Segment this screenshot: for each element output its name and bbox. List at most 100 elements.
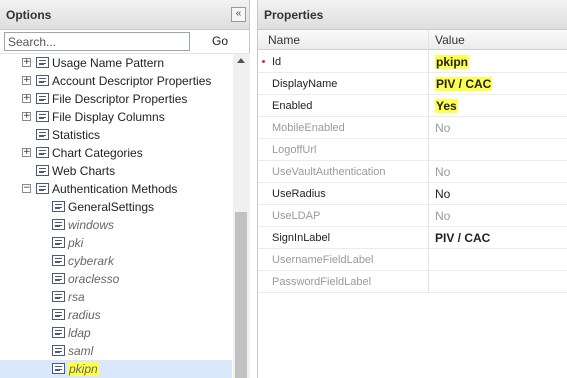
tree-item-label: Authentication Methods [52,182,178,196]
tree-item[interactable]: + Usage Name Pattern [0,54,232,72]
tree-item-label: File Display Columns [52,110,165,124]
expand-icon[interactable]: + [22,94,31,103]
tree-item-label: Account Descriptor Properties [52,74,212,88]
property-value[interactable]: PIV / CAC [435,231,490,245]
tree-item[interactable]: Web Charts [0,162,232,180]
tree-item-label: Usage Name Pattern [52,56,165,70]
value-column-header[interactable]: Value [435,33,465,47]
property-value[interactable]: Yes [435,99,458,113]
tree-item[interactable]: saml [0,342,232,360]
expand-icon[interactable]: + [22,58,31,67]
property-value[interactable]: No [435,187,450,201]
property-value: No [435,165,451,179]
property-name: UseRadius [272,188,326,200]
properties-column-header: Name Value [258,30,567,50]
document-icon [52,345,65,356]
property-row[interactable]: LogoffUrl [258,139,567,161]
expand-icon[interactable]: + [22,112,31,121]
collapse-panel-button[interactable]: « [231,7,246,22]
document-icon [36,147,49,158]
tree-item-label: Chart Categories [52,146,143,160]
scrollbar-thumb[interactable] [235,212,247,378]
tree-item[interactable]: windows [0,216,232,234]
go-button[interactable]: Go [212,34,228,48]
property-value: No [435,209,451,223]
tree-item-label: radius [68,308,101,322]
properties-panel: Properties Name Value Id pkipn DisplayName… [257,0,567,378]
document-icon [52,201,65,212]
property-value[interactable]: pkipn [435,55,469,69]
property-name: PasswordFieldLabel [272,276,372,288]
document-icon [52,363,65,374]
tree-item[interactable]: + Chart Categories [0,144,232,162]
collapse-icon[interactable]: − [22,184,31,193]
property-row[interactable]: UsernameFieldLabel [258,249,567,271]
property-row[interactable]: UseVaultAuthentication No [258,161,567,183]
tree-item[interactable]: rsa [0,288,232,306]
tree-item[interactable]: ldap [0,324,232,342]
tree-item-label: saml [68,344,94,358]
options-panel-header: Options [0,0,249,30]
tree-item[interactable]: cyberark [0,252,232,270]
tree-item[interactable]: + File Descriptor Properties [0,90,232,108]
name-column-header[interactable]: Name [268,33,300,47]
tree-item[interactable]: pki [0,234,232,252]
document-icon [52,237,65,248]
properties-panel-title: Properties [264,7,324,22]
tree-item-label: windows [68,218,115,232]
tree-item[interactable]: Statistics [0,126,232,144]
tree-item[interactable]: + File Display Columns [0,108,232,126]
property-name: UseLDAP [272,210,321,222]
options-tree: + Usage Name Pattern + Account Descriptor P… [0,54,232,378]
document-icon [36,129,49,140]
properties-panel-header: Properties [258,0,567,30]
property-name: Id [272,56,282,68]
property-row[interactable]: PasswordFieldLabel [258,271,567,293]
tree-item-label: GeneralSettings [68,200,155,214]
document-icon [52,255,65,266]
document-icon [36,183,49,194]
document-icon [52,309,65,320]
property-row[interactable]: UseRadius No [258,183,567,205]
property-name: UsernameFieldLabel [272,254,374,266]
property-row[interactable]: Enabled Yes [258,95,567,117]
options-panel-title: Options [6,7,52,22]
tree-item-label: rsa [68,290,85,304]
property-name: UseVaultAuthentication [272,166,386,178]
tree-item[interactable]: oraclesso [0,270,232,288]
document-icon [36,57,49,68]
property-row[interactable]: Id pkipn [258,51,567,73]
column-divider [428,30,429,293]
document-icon [36,75,49,86]
tree-item[interactable]: GeneralSettings [0,198,232,216]
scroll-up-arrow-icon[interactable] [237,58,245,63]
tree-item-label: pkipn [68,362,99,376]
document-icon [52,327,65,338]
property-row[interactable]: SignInLabel PIV / CAC [258,227,567,249]
tree-item[interactable]: pkipn [0,360,232,378]
property-name: SignInLabel [272,232,331,244]
property-name: Enabled [272,100,313,112]
property-row[interactable]: UseLDAP No [258,205,567,227]
expand-icon[interactable]: + [22,76,31,85]
options-panel: Options « Go + Usage Name Pattern + Account… [0,0,250,378]
document-icon [36,93,49,104]
property-name: LogoffUrl [272,144,317,156]
tree-item-label: ldap [68,326,91,340]
tree-item-label: pki [68,236,84,250]
tree-item[interactable]: + Account Descriptor Properties [0,72,232,90]
property-value[interactable]: PIV / CAC [435,77,493,91]
tree-item-label: Statistics [52,128,101,142]
property-name: MobileEnabled [272,122,345,134]
tree-item[interactable]: radius [0,306,232,324]
tree-item[interactable]: − Authentication Methods [0,180,232,198]
tree-item-label: oraclesso [68,272,120,286]
document-icon [36,111,49,122]
document-icon [52,273,65,284]
document-icon [52,219,65,230]
search-bar: Go [0,30,250,54]
expand-icon[interactable]: + [22,148,31,157]
property-row[interactable]: MobileEnabled No [258,117,567,139]
search-input[interactable] [4,32,190,51]
property-row[interactable]: DisplayName PIV / CAC [258,73,567,95]
